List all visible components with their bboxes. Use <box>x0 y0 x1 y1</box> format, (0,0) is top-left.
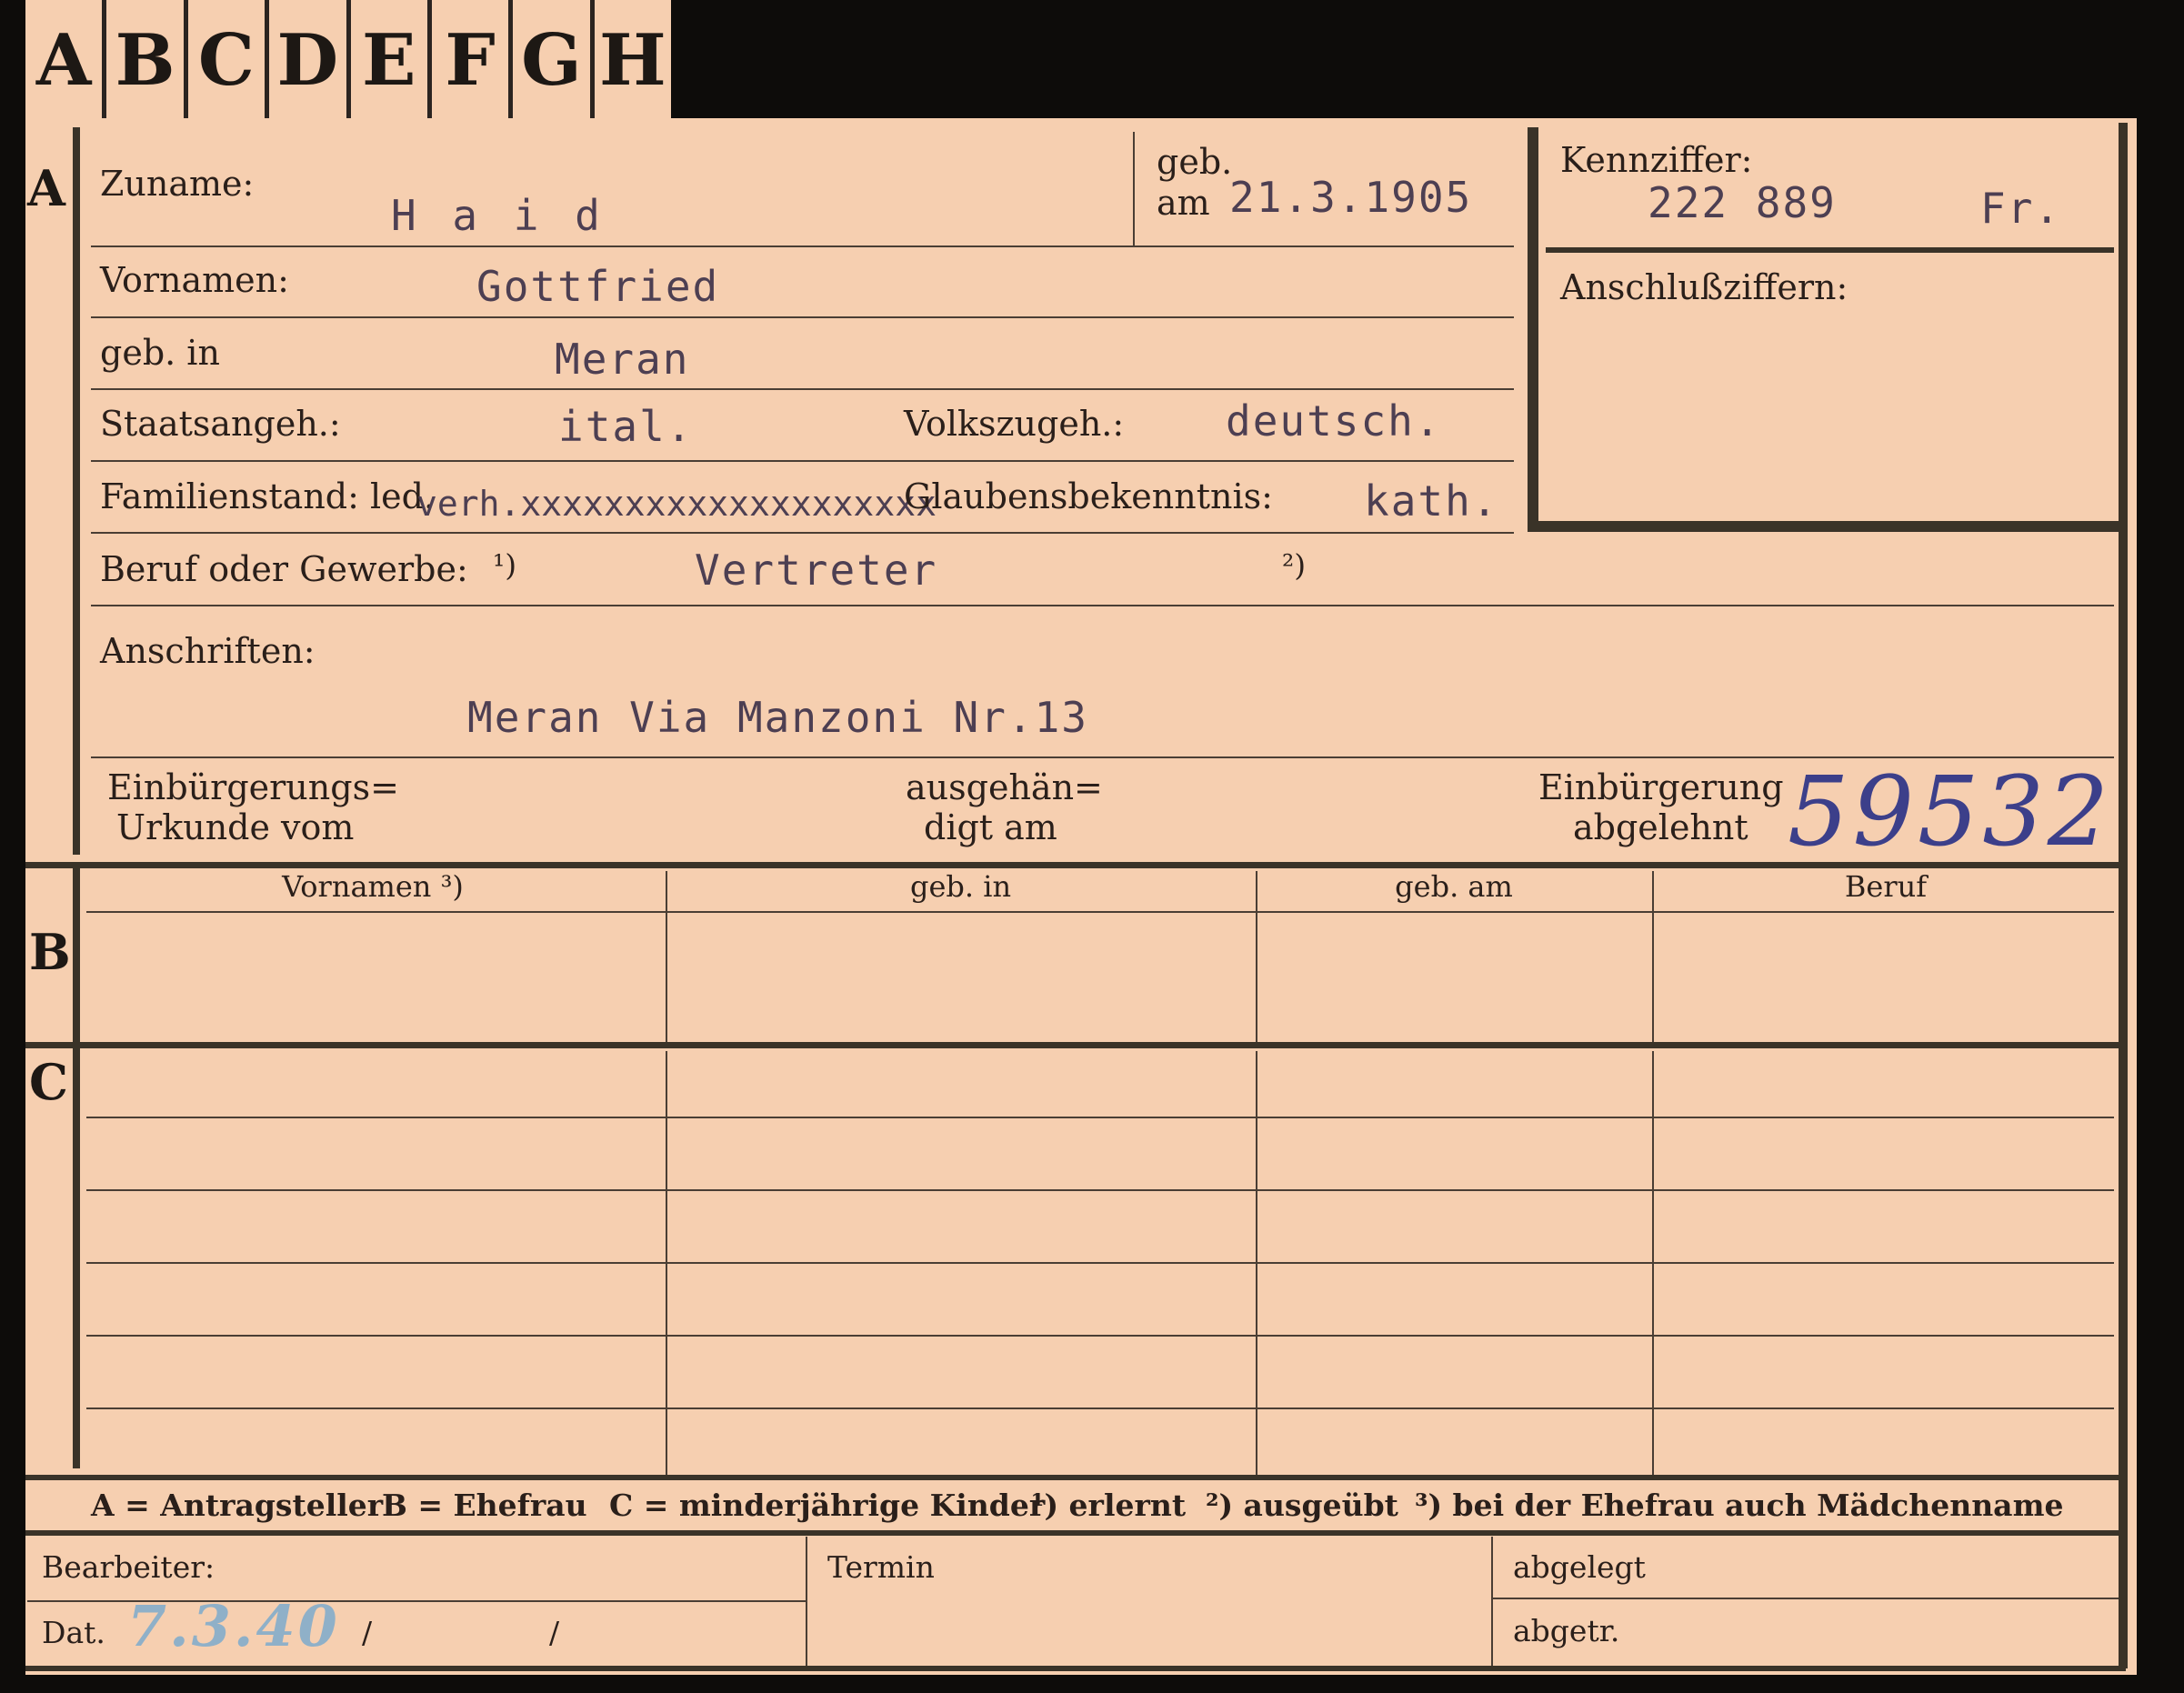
rule-table-head <box>86 911 2114 913</box>
value-glaubensbekenntnis: kath. <box>1364 476 1499 526</box>
dat-slash-1: / <box>362 1615 373 1650</box>
label-vornamen: Vornamen: <box>100 260 289 300</box>
frame-left-a <box>73 127 80 855</box>
label-geb-in: geb. in <box>100 333 220 373</box>
label-bearbeiter: Bearbeiter: <box>42 1549 215 1585</box>
index-tabs: A B C D E F G H <box>25 0 671 120</box>
label-familienstand: Familienstand: led. <box>100 476 436 516</box>
col-vornamen: Vornamen ³) <box>282 869 464 904</box>
kennziffer-box-left <box>1528 127 1538 532</box>
label-anschriften: Anschriften: <box>100 631 316 671</box>
label-geb: geb. <box>1157 142 1233 182</box>
value-kennziffer: 222 889 <box>1648 178 1837 227</box>
section-a-letter: A <box>27 159 65 217</box>
divider-b-c <box>25 1042 2126 1048</box>
label-dat: Dat. <box>42 1615 105 1650</box>
tab-d: D <box>269 0 351 120</box>
value-kennziffer-suffix: Fr. <box>1980 184 2062 233</box>
value-familienstand-struck: verh.xxxxxxxxxxxxxxxxxxxx <box>416 484 937 524</box>
label-ausgehaen-2: digt am <box>924 807 1057 847</box>
frame-left-bc <box>73 868 80 1468</box>
rule-familie <box>91 532 1514 534</box>
rule-c-2 <box>86 1189 2114 1191</box>
label-glaubensbekenntnis: Glaubensbekenntnis: <box>904 476 1273 516</box>
rule-geb-sep <box>1133 132 1135 245</box>
rule-vornamen <box>91 316 1514 318</box>
value-dat: 7.3.40 <box>127 1593 340 1659</box>
frame-right <box>2119 123 2128 1668</box>
frame-bottom <box>25 1666 2126 1671</box>
footer-sep-2 <box>1491 1537 1493 1666</box>
tab-c: C <box>187 0 270 120</box>
label-abgelegt: abgelegt <box>1513 1549 1646 1585</box>
rule-c-1 <box>86 1117 2114 1118</box>
value-vornamen: Gottfried <box>476 262 720 311</box>
divider-c-legend <box>25 1475 2126 1480</box>
value-geb-in: Meran <box>555 335 690 384</box>
rule-gebin <box>91 388 1514 390</box>
legend-n2: ²) ausgeübt <box>1206 1488 1398 1523</box>
footer-sep-1 <box>806 1537 807 1666</box>
value-beruf: Vertreter <box>695 546 938 595</box>
tab-h: H <box>594 0 671 120</box>
value-anschrift: Meran Via Manzoni Nr.13 <box>467 693 1088 742</box>
rule-beruf <box>91 605 2114 606</box>
label-zuname: Zuname: <box>100 164 255 204</box>
tab-a: A <box>25 0 107 120</box>
col-sep-2-b <box>1256 871 1257 1042</box>
label-einbuergerung-1: Einbürgerung <box>1538 767 1784 807</box>
legend-c: C = minderjährige Kinder <box>609 1488 1046 1523</box>
label-am: am <box>1157 183 1210 223</box>
label-beruf: Beruf oder Gewerbe: <box>100 549 468 589</box>
divider-legend-footer <box>25 1530 2126 1536</box>
tab-b: B <box>106 0 188 120</box>
label-ausgehaen-1: ausgehän= <box>906 767 1103 807</box>
col-sep-3-b <box>1652 871 1654 1042</box>
label-note1: ¹) <box>493 547 517 583</box>
col-beruf: Beruf <box>1844 869 1928 904</box>
legend-a: A = Antragsteller <box>91 1488 384 1523</box>
stamp-number: 59532 <box>1788 756 2113 867</box>
col-sep-1-b <box>666 871 667 1042</box>
rule-c-3 <box>86 1262 2114 1264</box>
tab-g: G <box>513 0 595 120</box>
dat-slash-2: / <box>549 1615 560 1650</box>
label-volkszugeh: Volkszugeh.: <box>904 404 1125 444</box>
rule-c-4 <box>86 1335 2114 1337</box>
label-note2: ²) <box>1282 547 1307 583</box>
label-anschlussziffern: Anschlußziffern: <box>1560 267 1848 307</box>
label-kennziffer: Kennziffer: <box>1560 140 1753 180</box>
label-abgetr: abgetr. <box>1513 1613 1620 1648</box>
tab-e: E <box>350 0 432 120</box>
col-geb-am: geb. am <box>1395 869 1513 904</box>
value-zuname: H a i d <box>391 191 606 240</box>
label-termin: Termin <box>827 1549 935 1585</box>
legend-n3: ³) bei der Ehefrau auch Mädchenname <box>1415 1488 2064 1523</box>
section-c-letter: C <box>29 1053 68 1111</box>
tab-f: F <box>431 0 514 120</box>
value-volkszugeh: deutsch. <box>1226 396 1442 446</box>
section-b-letter: B <box>29 923 71 981</box>
footer-rule-right <box>1493 1598 2119 1599</box>
label-staatsangeh: Staatsangeh.: <box>100 404 341 444</box>
label-einbuergerungs-2: Urkunde vom <box>116 807 355 847</box>
legend-n1: ¹) erlernt <box>1031 1488 1187 1523</box>
rule-staat <box>91 460 1514 462</box>
rule-zuname <box>91 245 1514 247</box>
value-geb-am: 21.3.1905 <box>1229 173 1473 222</box>
legend-b: B = Ehefrau <box>382 1488 587 1523</box>
rule-c-5 <box>86 1407 2114 1409</box>
kennziffer-divider <box>1546 247 2114 253</box>
col-geb-in: geb. in <box>909 869 1012 904</box>
value-staatsangeh: ital. <box>558 402 694 451</box>
label-einbuergerung-2: abgelehnt <box>1573 807 1748 847</box>
label-einbuergerungs-1: Einbürgerungs= <box>107 767 399 807</box>
kennziffer-box-bottom <box>1538 521 2120 532</box>
